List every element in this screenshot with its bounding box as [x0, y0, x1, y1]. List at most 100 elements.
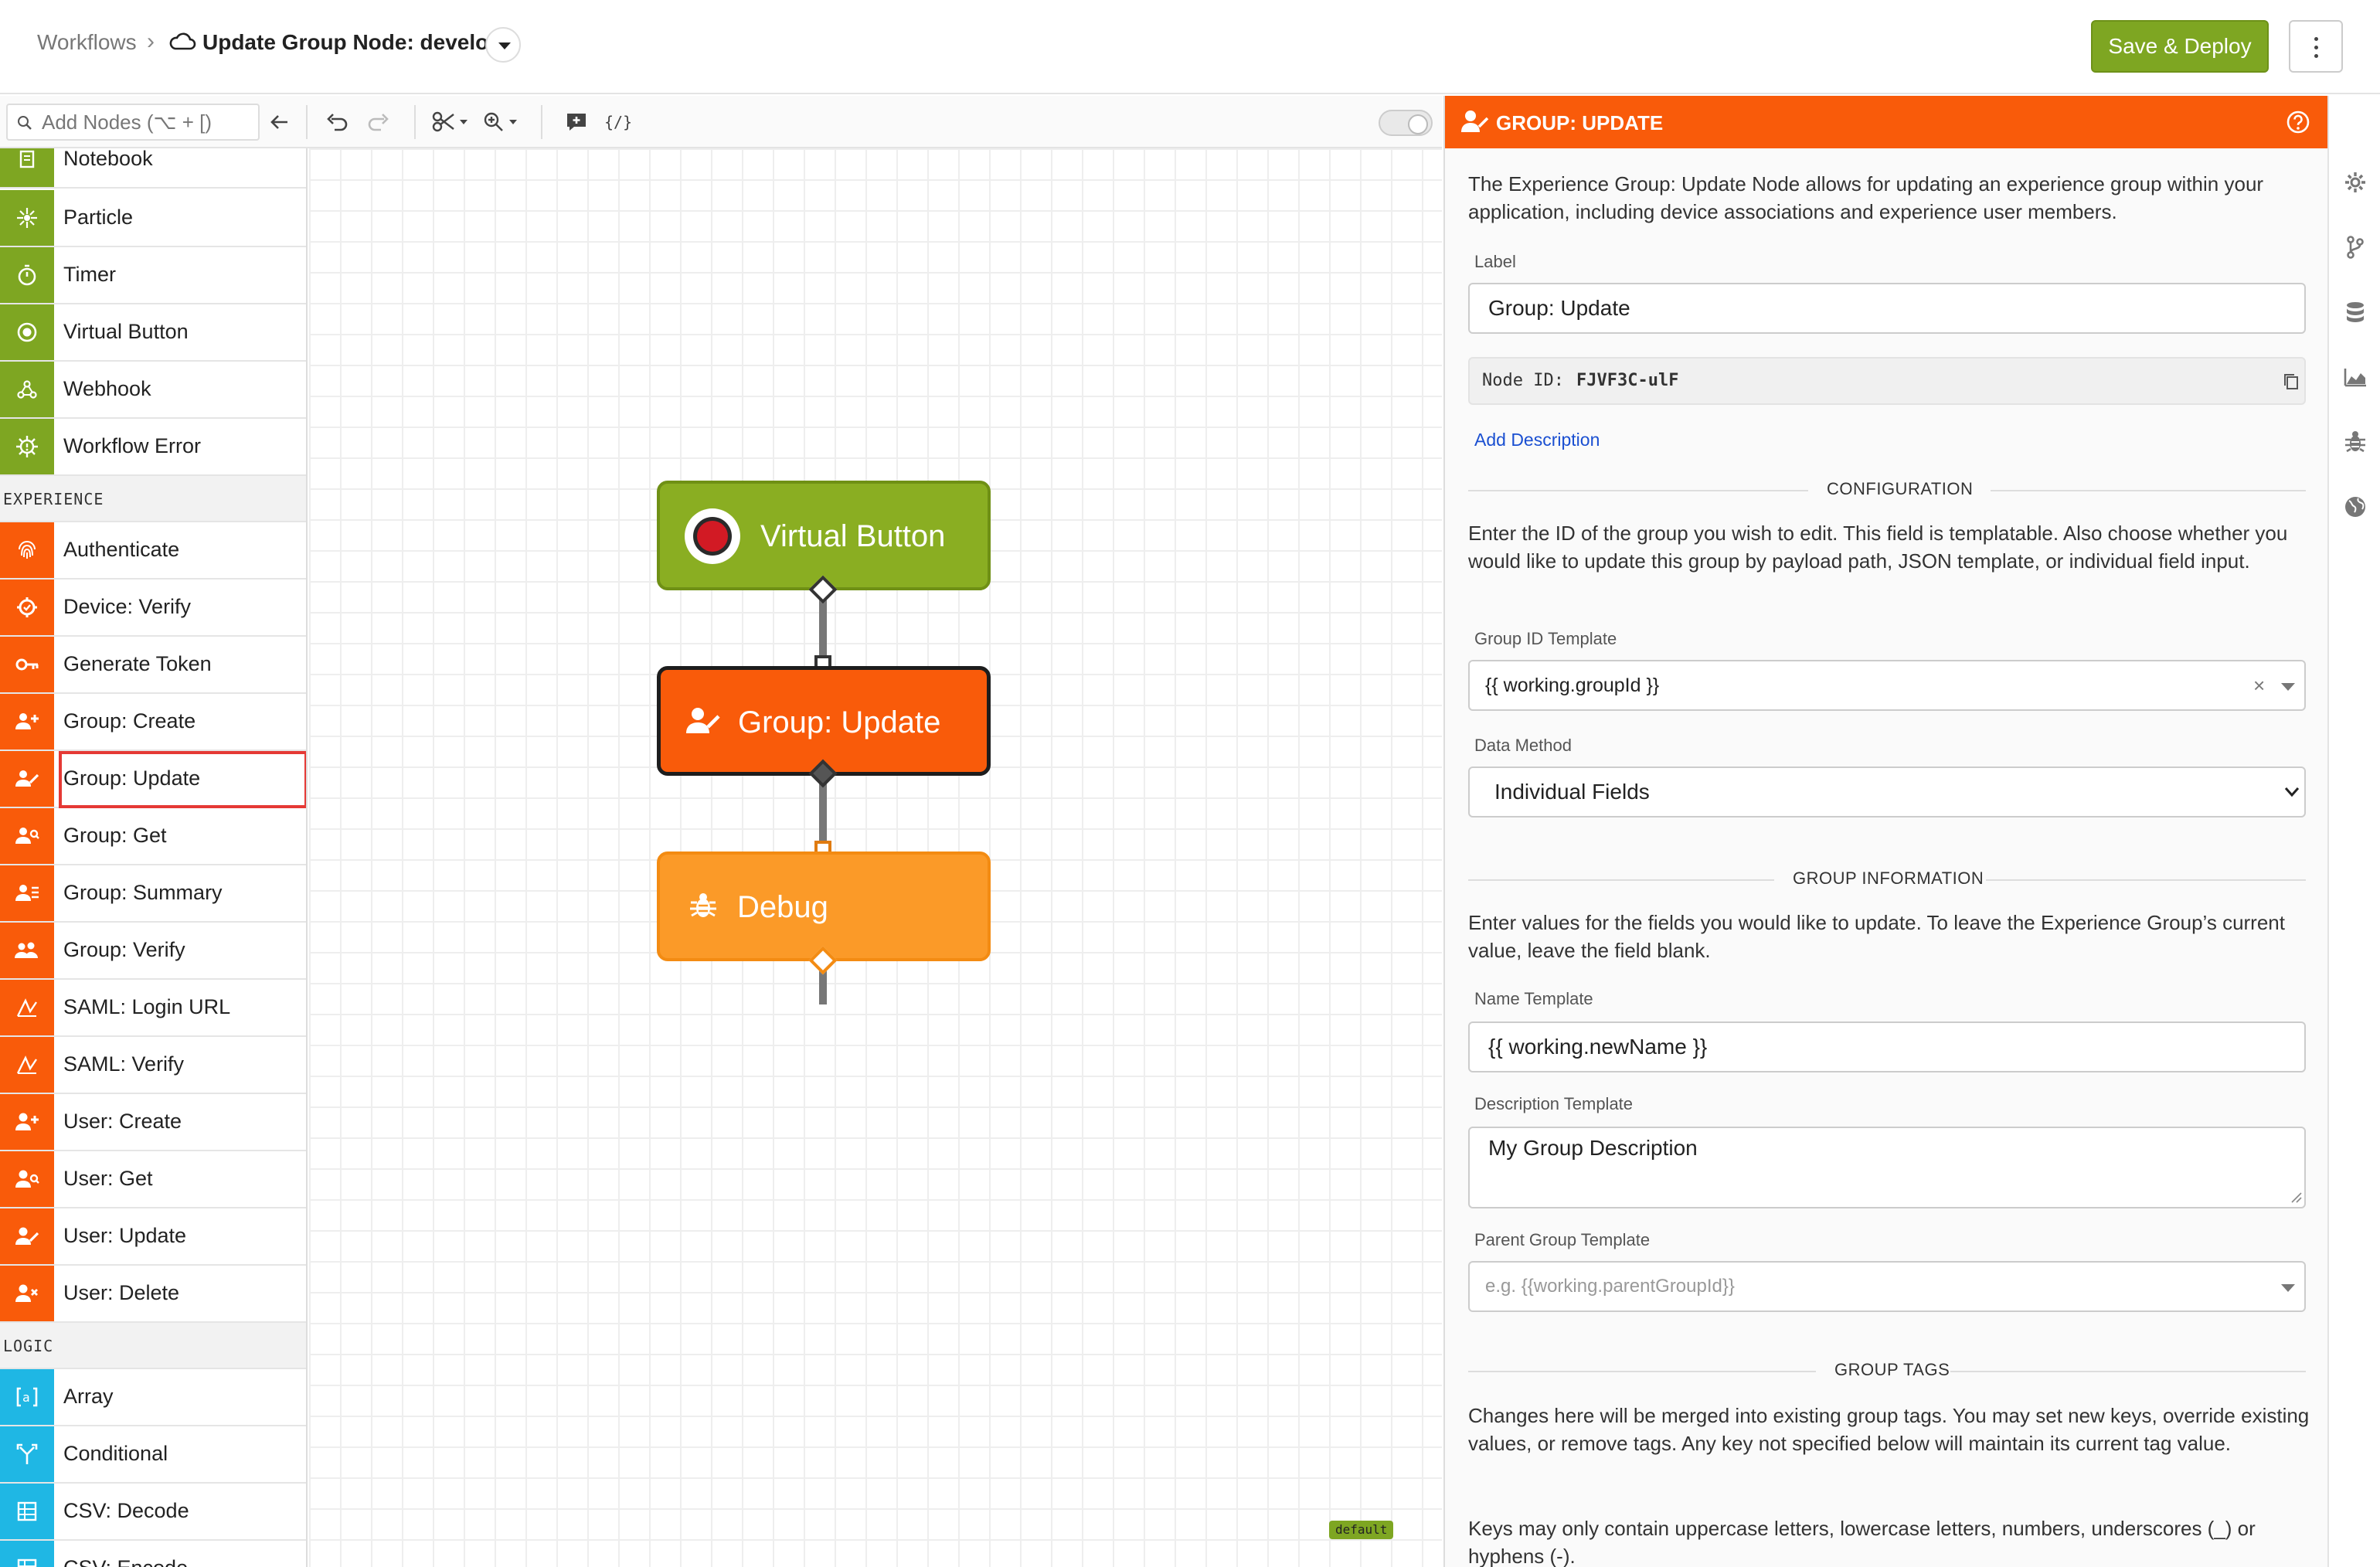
node-id-box: Node ID: FJVF3C-ulF	[1468, 357, 2306, 405]
group-info-text: Enter values for the fields you would li…	[1468, 911, 2285, 962]
chevron-down-icon[interactable]	[2281, 683, 2295, 691]
svg-text:a: a	[22, 1390, 30, 1405]
palette-item-webhook[interactable]: Webhook	[0, 362, 306, 419]
palette-item-saml-verify[interactable]: SAML: Verify	[0, 1037, 306, 1094]
palette-category-experience[interactable]: EXPERIENCE	[0, 476, 306, 522]
palette-item-user-delete[interactable]: User: Delete	[0, 1266, 306, 1323]
cloud-icon	[169, 32, 196, 50]
palette-item-group-verify[interactable]: Group: Verify	[0, 923, 306, 980]
category-label: LOGIC	[3, 1337, 54, 1355]
settings-gear-icon[interactable]	[2343, 170, 2368, 195]
bug-icon	[690, 893, 716, 917]
palette-item-array[interactable]: a Array	[0, 1369, 306, 1426]
add-nodes-search[interactable]	[6, 104, 260, 141]
group-id-label: Group ID Template	[1474, 629, 1617, 648]
saml-verify-icon	[0, 1037, 54, 1093]
debug-bug-icon[interactable]	[2343, 430, 2368, 454]
description-template-textarea[interactable]: My Group Description	[1468, 1127, 2306, 1208]
palette-item-authenticate[interactable]: Authenticate	[0, 522, 306, 580]
undo-icon[interactable]	[320, 105, 354, 139]
zoom-icon[interactable]	[481, 105, 524, 139]
redo-icon[interactable]	[362, 105, 396, 139]
node-label: Debug	[737, 890, 828, 924]
palette-item-conditional[interactable]: Conditional	[0, 1426, 306, 1484]
palette-item-particle[interactable]: Particle	[0, 190, 306, 247]
back-arrow-icon[interactable]	[263, 105, 297, 139]
save-deploy-button[interactable]: Save & Deploy	[2091, 20, 2269, 73]
palette-item-label: Device: Verify	[63, 595, 192, 618]
label-input[interactable]	[1468, 283, 2306, 334]
palette-item-user-create[interactable]: User: Create	[0, 1094, 306, 1151]
palette-item-device-verify[interactable]: Device: Verify	[0, 580, 306, 637]
help-icon[interactable]	[2286, 110, 2310, 134]
user-update-icon	[0, 1208, 54, 1264]
palette-item-workflow-error[interactable]: Workflow Error	[0, 419, 306, 476]
toolbar-divider	[541, 105, 542, 139]
section-title: GROUP INFORMATION	[1793, 868, 1984, 888]
palette-item-virtual-button[interactable]: Virtual Button	[0, 304, 306, 362]
chevron-down-icon[interactable]	[485, 27, 521, 63]
group-update-icon	[1461, 110, 1489, 132]
palette-item-label: User: Update	[63, 1224, 187, 1247]
palette-item-saml-login-url[interactable]: SAML: Login URL	[0, 980, 306, 1037]
more-options-button[interactable]	[2289, 20, 2343, 73]
palette-item-csv-decode[interactable]: CSV: Decode	[0, 1484, 306, 1541]
section-divider	[1986, 879, 2306, 881]
node-id-value: FJVF3C-ulF	[1576, 371, 1679, 390]
name-template-input[interactable]	[1468, 1021, 2306, 1072]
node-virtual-button[interactable]: Virtual Button	[657, 481, 991, 590]
palette-category-logic[interactable]: LOGIC	[0, 1323, 306, 1369]
storage-database-icon[interactable]	[2343, 300, 2368, 325]
parent-group-select[interactable]: e.g. {{working.parentGroupId}}	[1468, 1261, 2306, 1312]
section-divider	[1468, 490, 1808, 491]
user-create-icon	[0, 1094, 54, 1150]
palette-item-label: Authenticate	[63, 538, 180, 561]
template-icon[interactable]: {/}	[601, 105, 635, 139]
add-comment-icon[interactable]	[559, 105, 593, 139]
palette-item-user-update[interactable]: User: Update	[0, 1208, 306, 1266]
conditional-icon	[0, 1426, 54, 1482]
clear-icon[interactable]: ×	[2253, 661, 2265, 709]
node-palette: Notebook Particle Timer Virtual Button W…	[0, 148, 308, 1567]
device-verify-icon	[0, 580, 54, 635]
resize-handle-icon[interactable]	[2290, 1191, 2303, 1204]
view-toggle-switch[interactable]	[1379, 110, 1433, 136]
data-method-label: Data Method	[1474, 736, 1572, 755]
palette-item-user-get[interactable]: User: Get	[0, 1151, 306, 1208]
stats-chart-icon[interactable]	[2343, 365, 2368, 389]
palette-item-csv-encode[interactable]: CSV: Encode	[0, 1541, 306, 1567]
palette-item-notebook[interactable]: Notebook	[0, 148, 306, 189]
palette-item-label: CSV: Decode	[63, 1499, 189, 1522]
data-method-select[interactable]: Individual Fields	[1468, 767, 2306, 817]
globe-icon[interactable]	[2343, 495, 2368, 519]
scissors-icon[interactable]	[430, 105, 473, 139]
versions-branch-icon[interactable]	[2343, 235, 2368, 260]
side-icon-rail	[2327, 96, 2380, 1567]
add-description-link[interactable]: Add Description	[1474, 430, 1600, 450]
palette-item-group-summary[interactable]: Group: Summary	[0, 865, 306, 923]
palette-item-generate-token[interactable]: Generate Token	[0, 637, 306, 694]
palette-item-group-get[interactable]: Group: Get	[0, 808, 306, 865]
workflow-canvas[interactable]: Virtual Button Group: Update Debug defau…	[309, 148, 1442, 1567]
chevron-down-icon[interactable]	[2281, 1284, 2295, 1292]
palette-item-label: User: Get	[63, 1167, 153, 1190]
label-field-label: Label	[1474, 252, 1516, 271]
data-method-value: Individual Fields	[1494, 780, 1650, 804]
palette-item-label: Generate Token	[63, 652, 212, 675]
fingerprint-icon	[0, 522, 54, 578]
palette-item-label: User: Create	[63, 1110, 182, 1133]
keys-rules-text: Keys may only contain uppercase letters,…	[1468, 1517, 2256, 1567]
copy-icon[interactable]	[2283, 372, 2300, 391]
chevron-down-icon[interactable]	[2284, 787, 2300, 797]
palette-item-group-update[interactable]: Group: Update	[0, 751, 306, 808]
palette-item-label: Group: Create	[63, 709, 196, 733]
breadcrumb-workflows[interactable]: Workflows	[37, 30, 137, 55]
palette-item-label: SAML: Verify	[63, 1052, 185, 1076]
palette-item-timer[interactable]: Timer	[0, 247, 306, 304]
search-input[interactable]	[42, 110, 250, 134]
palette-item-group-create[interactable]: Group: Create	[0, 694, 306, 751]
group-id-select[interactable]: {{ working.groupId }} ×	[1468, 660, 2306, 711]
node-debug[interactable]: Debug	[657, 851, 991, 961]
palette-item-label: Notebook	[63, 148, 153, 170]
user-delete-icon	[0, 1266, 54, 1321]
